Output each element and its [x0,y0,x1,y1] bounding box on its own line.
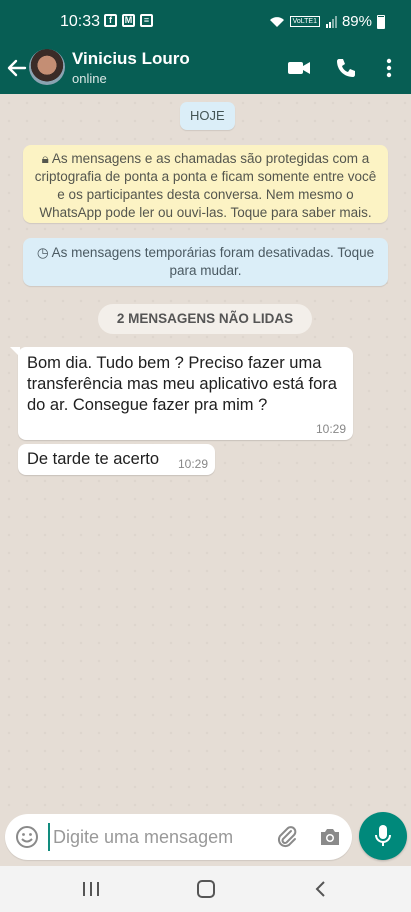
status-time: 10:33 [60,13,101,30]
voice-call-icon[interactable] [333,56,359,80]
temporary-messages-notice[interactable]: ◷ As mensagens temporárias foram desativ… [23,238,388,286]
encryption-text: As mensagens e as chamadas são protegida… [34,151,377,220]
lock-icon: 🔒︎ [41,151,52,166]
encryption-notice[interactable]: 🔒︎ As mensagens e as chamadas são proteg… [23,145,388,223]
home-icon[interactable] [195,878,217,900]
unread-banner: 2 MENSAGENS NÃO LIDAS [98,304,312,334]
back-arrow-icon[interactable] [6,56,28,80]
more-options-icon[interactable] [376,56,402,80]
news-icon: ≡ [140,14,153,27]
message-text: Bom dia. Tudo bem ? Preciso fazer uma tr… [27,354,337,414]
lte-label: VoLTE1 [289,16,320,27]
timer-icon: ◷ [36,245,52,260]
date-chip: HOJE [180,102,235,130]
incoming-message[interactable]: De tarde te acerto 10:29 [18,444,215,475]
emoji-icon[interactable] [15,825,39,849]
avatar[interactable] [29,49,65,85]
status-bar: 10:33 f M ≡ VoLTE1 89% [0,0,411,42]
nav-back-icon[interactable] [310,878,332,900]
video-call-icon[interactable] [286,56,312,80]
battery-percent: 89% [341,13,372,30]
signal-icon [325,15,337,28]
contact-name[interactable]: Vinicius Louro [72,49,190,69]
message-composer [5,814,352,860]
recent-apps-icon[interactable] [80,878,102,900]
status-indicators: VoLTE1 89% [269,13,385,30]
bubble-tail [10,347,20,357]
gmail-icon: M [122,14,135,27]
message-time: 10:29 [177,457,208,471]
message-text: De tarde te acerto [27,450,160,468]
battery-icon [377,14,385,29]
message-time: 10:29 [315,422,346,436]
microphone-icon [375,825,391,846]
chat-header: Vinicius Louro online [0,42,411,94]
paperclip-icon[interactable] [275,825,299,849]
wifi-icon [269,16,284,27]
incoming-message[interactable]: Bom dia. Tudo bem ? Preciso fazer uma tr… [10,347,353,440]
microphone-button[interactable] [359,812,407,860]
camera-icon[interactable] [318,825,342,849]
notification-icons: f M ≡ [104,14,153,27]
temporary-text: As mensagens temporárias foram desativad… [51,245,375,278]
contact-status: online [72,71,107,86]
message-input[interactable] [48,823,268,851]
system-nav-bar [0,866,411,912]
facebook-icon: f [104,14,117,27]
